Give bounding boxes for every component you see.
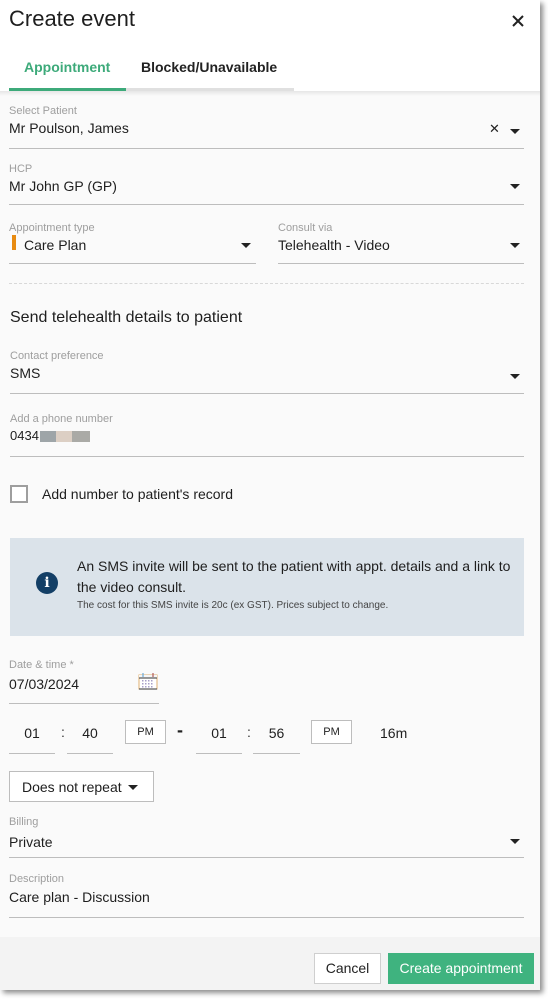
field-underline (9, 148, 524, 149)
chevron-down-icon[interactable] (510, 839, 520, 844)
contact-preference-value: SMS (10, 365, 41, 381)
description-label: Description (9, 873, 65, 885)
date-field[interactable]: Date & time * 07/03/2024 (9, 659, 159, 704)
end-ampm-toggle[interactable]: PM (311, 720, 352, 744)
calendar-button[interactable] (138, 672, 158, 690)
repeat-value: Does not repeat (22, 779, 122, 795)
field-underline (10, 456, 524, 457)
chevron-down-icon[interactable] (510, 374, 520, 379)
field-underline (9, 917, 524, 918)
end-minute-input[interactable]: 56 (253, 722, 300, 754)
calendar-icon (138, 673, 158, 690)
start-hour-input[interactable]: 01 (9, 722, 55, 754)
redacted-block (40, 431, 56, 442)
chevron-down-icon[interactable] (241, 243, 251, 248)
end-hour-input[interactable]: 01 (196, 722, 242, 754)
redacted-block (72, 431, 90, 442)
cancel-button[interactable]: Cancel (314, 953, 381, 984)
chevron-down-icon[interactable] (510, 243, 520, 248)
sms-cost-note: The cost for this SMS invite is 20c (ex … (77, 600, 389, 611)
field-underline (9, 703, 159, 704)
field-underline (9, 263, 256, 264)
sms-info-box: i An SMS invite will be sent to the pati… (10, 538, 524, 636)
consult-via-label: Consult via (278, 222, 333, 234)
duration-label: 16m (380, 725, 408, 741)
info-icon: i (36, 572, 58, 594)
start-ampm-toggle[interactable]: PM (125, 720, 166, 744)
telehealth-section-title: Send telehealth details to patient (10, 309, 243, 326)
select-patient-field[interactable]: Select Patient Mr Poulson, James ✕ (9, 105, 524, 149)
description-value: Care plan - Discussion (9, 889, 150, 905)
close-icon (512, 15, 524, 27)
add-to-record-label[interactable]: Add number to patient's record (42, 486, 233, 502)
create-appointment-button[interactable]: Create appointment (388, 953, 534, 984)
phone-number-text: 0434 (10, 428, 39, 443)
redacted-block (56, 431, 72, 442)
header-divider (0, 91, 540, 96)
consult-via-value: Telehealth - Video (278, 237, 390, 253)
date-label: Date & time * (9, 659, 74, 671)
section-divider (9, 283, 524, 284)
close-button[interactable] (508, 11, 528, 31)
sms-info-message: An SMS invite will be sent to the patien… (77, 558, 511, 595)
dialog-header: Create event Appointment Blocked/Unavail… (0, 0, 540, 91)
hcp-label: HCP (9, 163, 33, 175)
field-underline (9, 857, 524, 858)
tab-appointment[interactable]: Appointment (24, 59, 110, 75)
contact-preference-label: Contact preference (10, 350, 104, 362)
chevron-down-icon[interactable] (510, 129, 520, 134)
repeat-dropdown[interactable]: Does not repeat (9, 771, 154, 802)
time-colon: : (61, 724, 65, 740)
consult-via-field[interactable]: Consult via Telehealth - Video (278, 222, 524, 264)
field-underline (278, 263, 524, 264)
start-minute-input[interactable]: 40 (67, 722, 113, 754)
clear-patient-icon[interactable]: ✕ (489, 121, 500, 137)
field-underline (10, 393, 524, 394)
time-colon: : (247, 724, 251, 740)
add-to-record-checkbox[interactable] (10, 485, 28, 503)
billing-label: Billing (9, 816, 39, 828)
phone-number-value: 0434 (10, 428, 90, 443)
billing-value: Private (9, 834, 53, 850)
tab-blocked-unavailable[interactable]: Blocked/Unavailable (141, 59, 277, 75)
billing-field[interactable]: Billing Private (9, 816, 524, 858)
phone-number-label: Add a phone number (10, 413, 113, 425)
select-patient-value: Mr Poulson, James (9, 120, 129, 136)
select-patient-label: Select Patient (9, 105, 77, 117)
appointment-type-label: Appointment type (9, 222, 95, 234)
description-field[interactable]: Description Care plan - Discussion (9, 873, 524, 918)
phone-number-field[interactable]: Add a phone number 0434 (10, 413, 524, 457)
hcp-value: Mr John GP (GP) (9, 178, 117, 194)
dialog-title: Create event (9, 6, 135, 31)
create-event-dialog: Create event Appointment Blocked/Unavail… (0, 0, 540, 990)
date-value: 07/03/2024 (9, 676, 80, 692)
field-underline (9, 204, 524, 205)
chevron-down-icon (128, 785, 138, 790)
chevron-down-icon[interactable] (510, 184, 520, 189)
appointment-type-field[interactable]: Appointment type Care Plan (9, 222, 256, 264)
time-range-separator: - (177, 720, 183, 740)
tab-bar: Appointment Blocked/Unavailable (9, 50, 294, 91)
contact-preference-field[interactable]: Contact preference SMS (10, 350, 524, 394)
hcp-field[interactable]: HCP Mr John GP (GP) (9, 163, 524, 205)
appointment-type-color-indicator (12, 235, 16, 250)
appointment-type-value: Care Plan (24, 237, 87, 253)
